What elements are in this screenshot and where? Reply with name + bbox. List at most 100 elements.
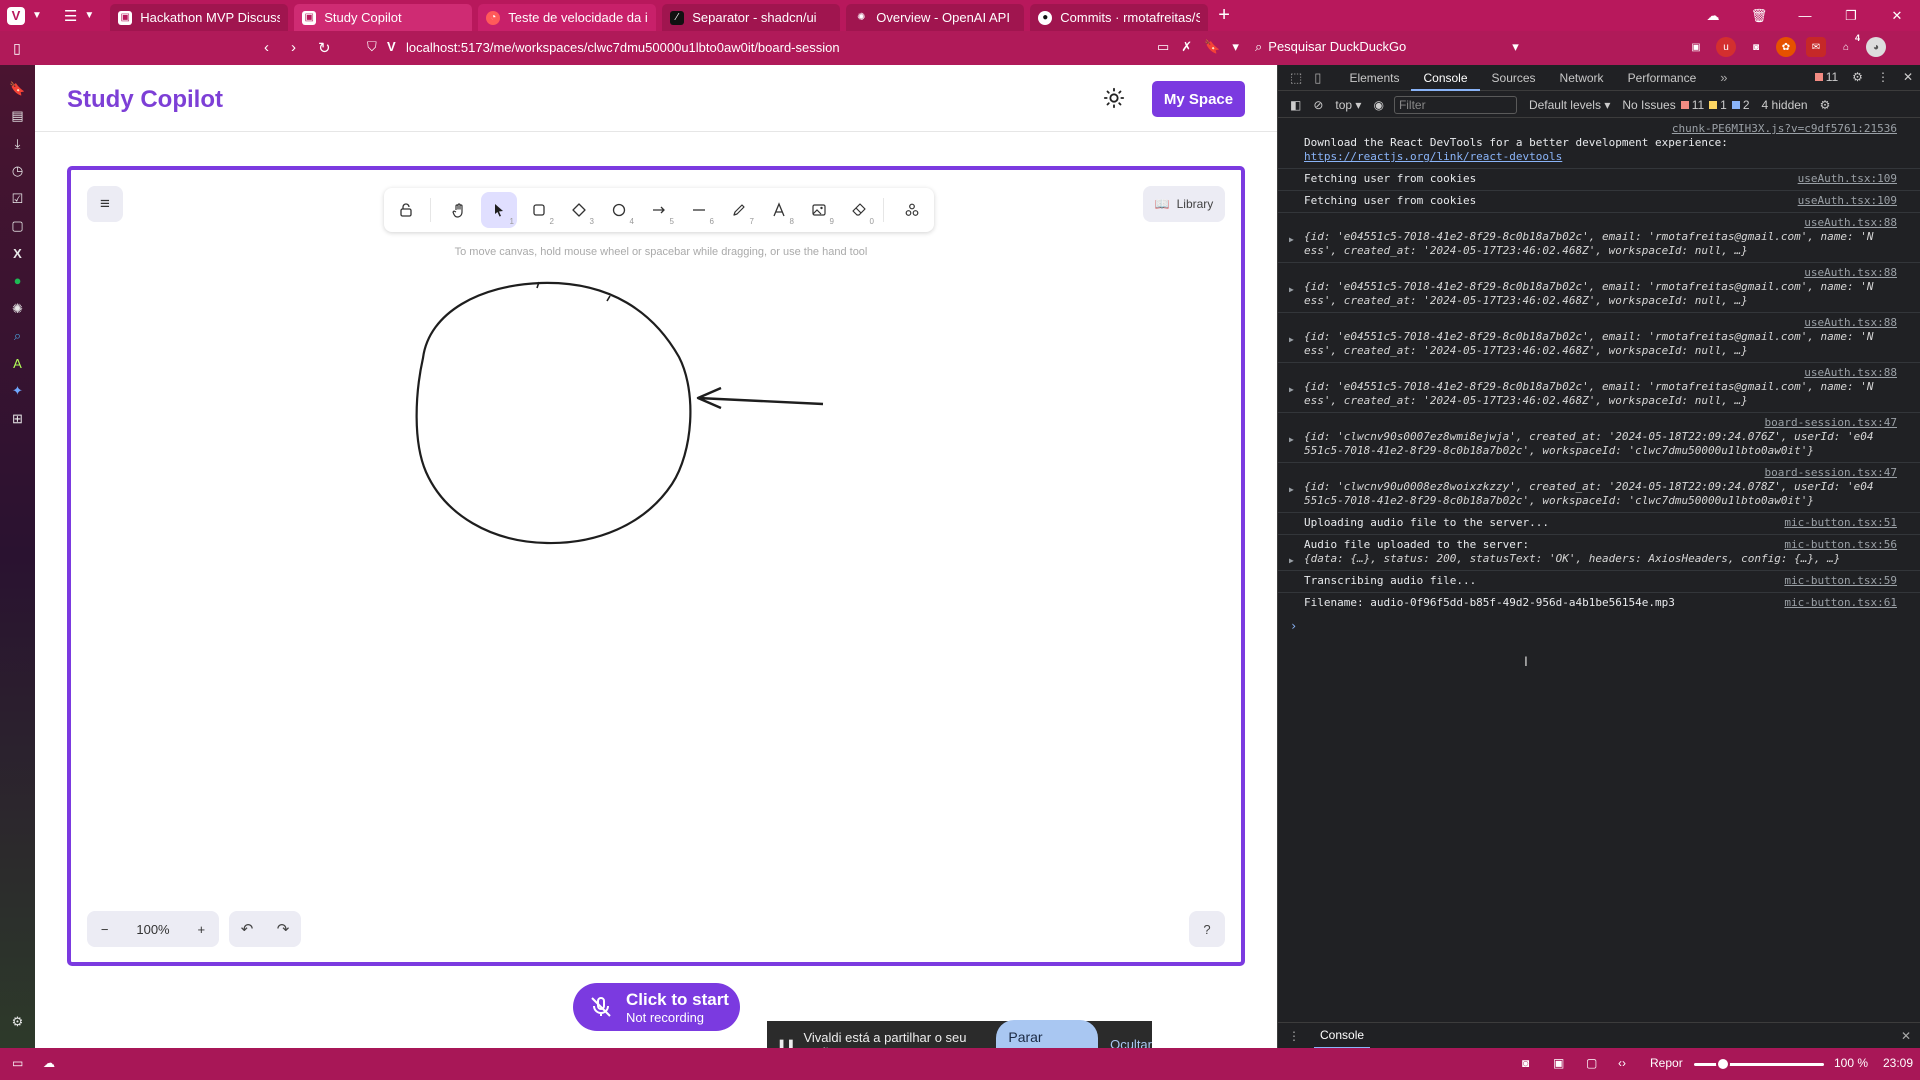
more-options-icon[interactable]: ⋮ bbox=[1288, 1029, 1300, 1043]
lock-tool[interactable] bbox=[388, 192, 424, 228]
cloud-sync-icon[interactable]: ☁ bbox=[43, 1056, 55, 1070]
tab-console[interactable]: Console bbox=[1411, 65, 1480, 91]
log-link[interactable]: https://reactjs.org/link/react-devtools bbox=[1304, 150, 1911, 164]
settings-gear-icon[interactable]: ⚙ bbox=[8, 1012, 27, 1031]
tab-performance[interactable]: Performance bbox=[1616, 65, 1709, 91]
cloud-sync-icon[interactable]: ☁ bbox=[1690, 8, 1736, 24]
panel-toggle-icon[interactable]: ▯ bbox=[0, 40, 34, 57]
log-source[interactable]: useAuth.tsx:88 bbox=[1304, 316, 1897, 330]
log-source[interactable]: useAuth.tsx:109 bbox=[1798, 194, 1897, 208]
tab-elements[interactable]: Elements bbox=[1337, 65, 1411, 91]
openai-icon[interactable]: ✺ bbox=[8, 299, 27, 318]
clear-console-icon[interactable]: ⊘ bbox=[1313, 98, 1323, 112]
extension-icon[interactable]: ✿ bbox=[1776, 37, 1796, 57]
log-source[interactable]: mic-button.tsx:59 bbox=[1784, 574, 1897, 588]
page-actions-icon[interactable]: ‹› bbox=[1618, 1056, 1626, 1070]
browser-tab[interactable]: ▣ Hackathon MVP Discussion bbox=[110, 4, 289, 31]
android-icon[interactable]: A bbox=[8, 354, 27, 373]
log-source[interactable]: board-session.tsx:47 bbox=[1304, 416, 1897, 430]
camera-icon[interactable]: ◙ bbox=[1522, 1056, 1529, 1070]
sidebar-toggle-icon[interactable]: ◧ bbox=[1290, 98, 1301, 112]
expand-caret-icon[interactable]: ▶ bbox=[1289, 233, 1294, 247]
new-tab-button[interactable]: + bbox=[1218, 4, 1230, 27]
close-window-button[interactable]: ✕ bbox=[1874, 8, 1920, 24]
reload-icon[interactable]: ↻ bbox=[318, 39, 331, 57]
log-levels-dropdown[interactable]: Default levels ▾ bbox=[1529, 98, 1610, 112]
context-selector[interactable]: top ▾ bbox=[1335, 98, 1361, 112]
image-icon[interactable]: ▣ bbox=[1686, 37, 1706, 57]
line-tool[interactable]: 6 bbox=[681, 192, 717, 228]
history-icon[interactable]: ◷ bbox=[8, 161, 27, 180]
gemini-icon[interactable]: ✦ bbox=[8, 381, 27, 400]
expand-caret-icon[interactable]: ▶ bbox=[1289, 483, 1294, 497]
inspect-element-icon[interactable]: ⬚ bbox=[1290, 70, 1302, 86]
hand-tool[interactable] bbox=[441, 192, 477, 228]
tab-network[interactable]: Network bbox=[1548, 65, 1616, 91]
minimize-button[interactable]: — bbox=[1782, 8, 1828, 23]
browser-tab[interactable]: ✺ Overview - OpenAI API bbox=[846, 4, 1025, 31]
console-filter-input[interactable]: Filter bbox=[1393, 95, 1517, 114]
help-button[interactable]: ? bbox=[1189, 911, 1225, 947]
log-object[interactable]: {id: 'clwcnv90u0008ez8woixzkzzy', create… bbox=[1304, 480, 1911, 494]
device-toolbar-icon[interactable]: ▯ bbox=[1314, 70, 1321, 86]
log-entry[interactable]: board-session.tsx:47 ▶ {id: 'clwcnv90u00… bbox=[1278, 463, 1920, 513]
canvas-drawing[interactable] bbox=[71, 170, 1241, 962]
bookmark-icon[interactable]: 🔖 bbox=[1204, 39, 1220, 55]
redo-icon[interactable]: ↷ bbox=[277, 920, 290, 938]
chevron-down-icon[interactable]: ▾ bbox=[1232, 39, 1239, 55]
eye-icon[interactable]: ◉ bbox=[1373, 98, 1383, 112]
log-object[interactable]: {id: 'e04551c5-7018-41e2-8f29-8c0b18a7b0… bbox=[1304, 380, 1911, 394]
screenshot-icon[interactable]: ◙ bbox=[1746, 37, 1766, 57]
log-entry[interactable]: mic-button.tsx:56 Audio file uploaded to… bbox=[1278, 535, 1920, 571]
main-menu-button[interactable]: ≡ bbox=[87, 186, 123, 222]
notifications-icon[interactable]: ⌂ 4 bbox=[1836, 33, 1860, 57]
image-icon[interactable]: ▣ bbox=[1553, 1056, 1564, 1070]
add-panel-icon[interactable]: ⊞ bbox=[8, 409, 27, 428]
record-button[interactable]: Click to start Not recording bbox=[573, 983, 740, 1031]
whiteboard-canvas[interactable]: ≡ 1 2 3 4 5 6 7 8 9 0 📖 Library To move … bbox=[67, 166, 1245, 966]
translate-icon[interactable]: ✗ bbox=[1181, 39, 1192, 55]
arrow-tool[interactable]: 5 bbox=[641, 192, 677, 228]
my-space-button[interactable]: My Space bbox=[1152, 81, 1245, 117]
log-entry[interactable]: useAuth.tsx:88 ▶ {id: 'e04551c5-7018-41e… bbox=[1278, 313, 1920, 363]
downloads-icon[interactable]: ⤓ bbox=[8, 134, 27, 153]
browser-tab[interactable]: ● Commits · rmotafreitas/Stu bbox=[1030, 4, 1209, 31]
expand-caret-icon[interactable]: ▶ bbox=[1289, 283, 1294, 297]
avatar[interactable]: ◕ bbox=[1866, 37, 1886, 57]
log-source[interactable]: board-session.tsx:47 bbox=[1304, 466, 1897, 480]
issue-errors[interactable]: 11 bbox=[1680, 98, 1704, 112]
panel-toggle-icon[interactable]: ▭ bbox=[12, 1056, 23, 1070]
drawn-arrow-shaft[interactable] bbox=[697, 396, 824, 406]
extra-tools-button[interactable] bbox=[894, 192, 930, 228]
issue-warnings[interactable]: 1 bbox=[1709, 98, 1727, 112]
browser-tab[interactable]: ◔ Teste de velocidade da inte bbox=[478, 4, 657, 31]
camera-icon[interactable]: ▭ bbox=[1157, 39, 1169, 55]
issues-label[interactable]: No Issues bbox=[1622, 98, 1675, 112]
log-entry[interactable]: useAuth.tsx:88 ▶ {id: 'e04551c5-7018-41e… bbox=[1278, 213, 1920, 263]
log-source[interactable]: useAuth.tsx:88 bbox=[1304, 216, 1897, 230]
app-title[interactable]: Study Copilot bbox=[67, 86, 223, 114]
restore-button[interactable]: ❐ bbox=[1828, 8, 1874, 24]
issue-info[interactable]: 2 bbox=[1731, 98, 1750, 112]
spotify-icon[interactable]: ● bbox=[8, 271, 27, 290]
undo-icon[interactable]: ↶ bbox=[241, 920, 254, 938]
log-object[interactable]: {id: 'clwcnv90s0007ez8wmi8ejwja', create… bbox=[1304, 430, 1911, 444]
tile-window-icon[interactable]: ▢ bbox=[1586, 1056, 1597, 1070]
console-settings-icon[interactable]: ⚙ bbox=[1820, 98, 1831, 112]
shield-icon[interactable]: ⛉ bbox=[367, 39, 377, 55]
zoom-slider-handle[interactable] bbox=[1716, 1057, 1730, 1071]
drawn-circle[interactable] bbox=[415, 281, 692, 545]
log-source[interactable]: mic-button.tsx:61 bbox=[1784, 596, 1897, 610]
selection-tool[interactable]: 1 bbox=[481, 192, 517, 228]
tab-stack-icon[interactable]: ☰ bbox=[64, 7, 77, 25]
zoom-in-button[interactable]: + bbox=[197, 922, 205, 937]
console-prompt-row[interactable]: › bbox=[1278, 615, 1920, 639]
log-source[interactable]: mic-button.tsx:51 bbox=[1784, 516, 1897, 530]
trash-icon[interactable]: 🗑 bbox=[1736, 8, 1782, 24]
draw-tool[interactable]: 7 bbox=[721, 192, 757, 228]
rectangle-tool[interactable]: 2 bbox=[521, 192, 557, 228]
expand-caret-icon[interactable]: ▶ bbox=[1289, 333, 1294, 347]
bookmarks-icon[interactable]: 🔖 bbox=[8, 79, 27, 98]
search-field[interactable]: ⌕ Pesquisar DuckDuckGo ▾ bbox=[1255, 39, 1519, 55]
forward-icon[interactable]: › bbox=[291, 39, 296, 57]
